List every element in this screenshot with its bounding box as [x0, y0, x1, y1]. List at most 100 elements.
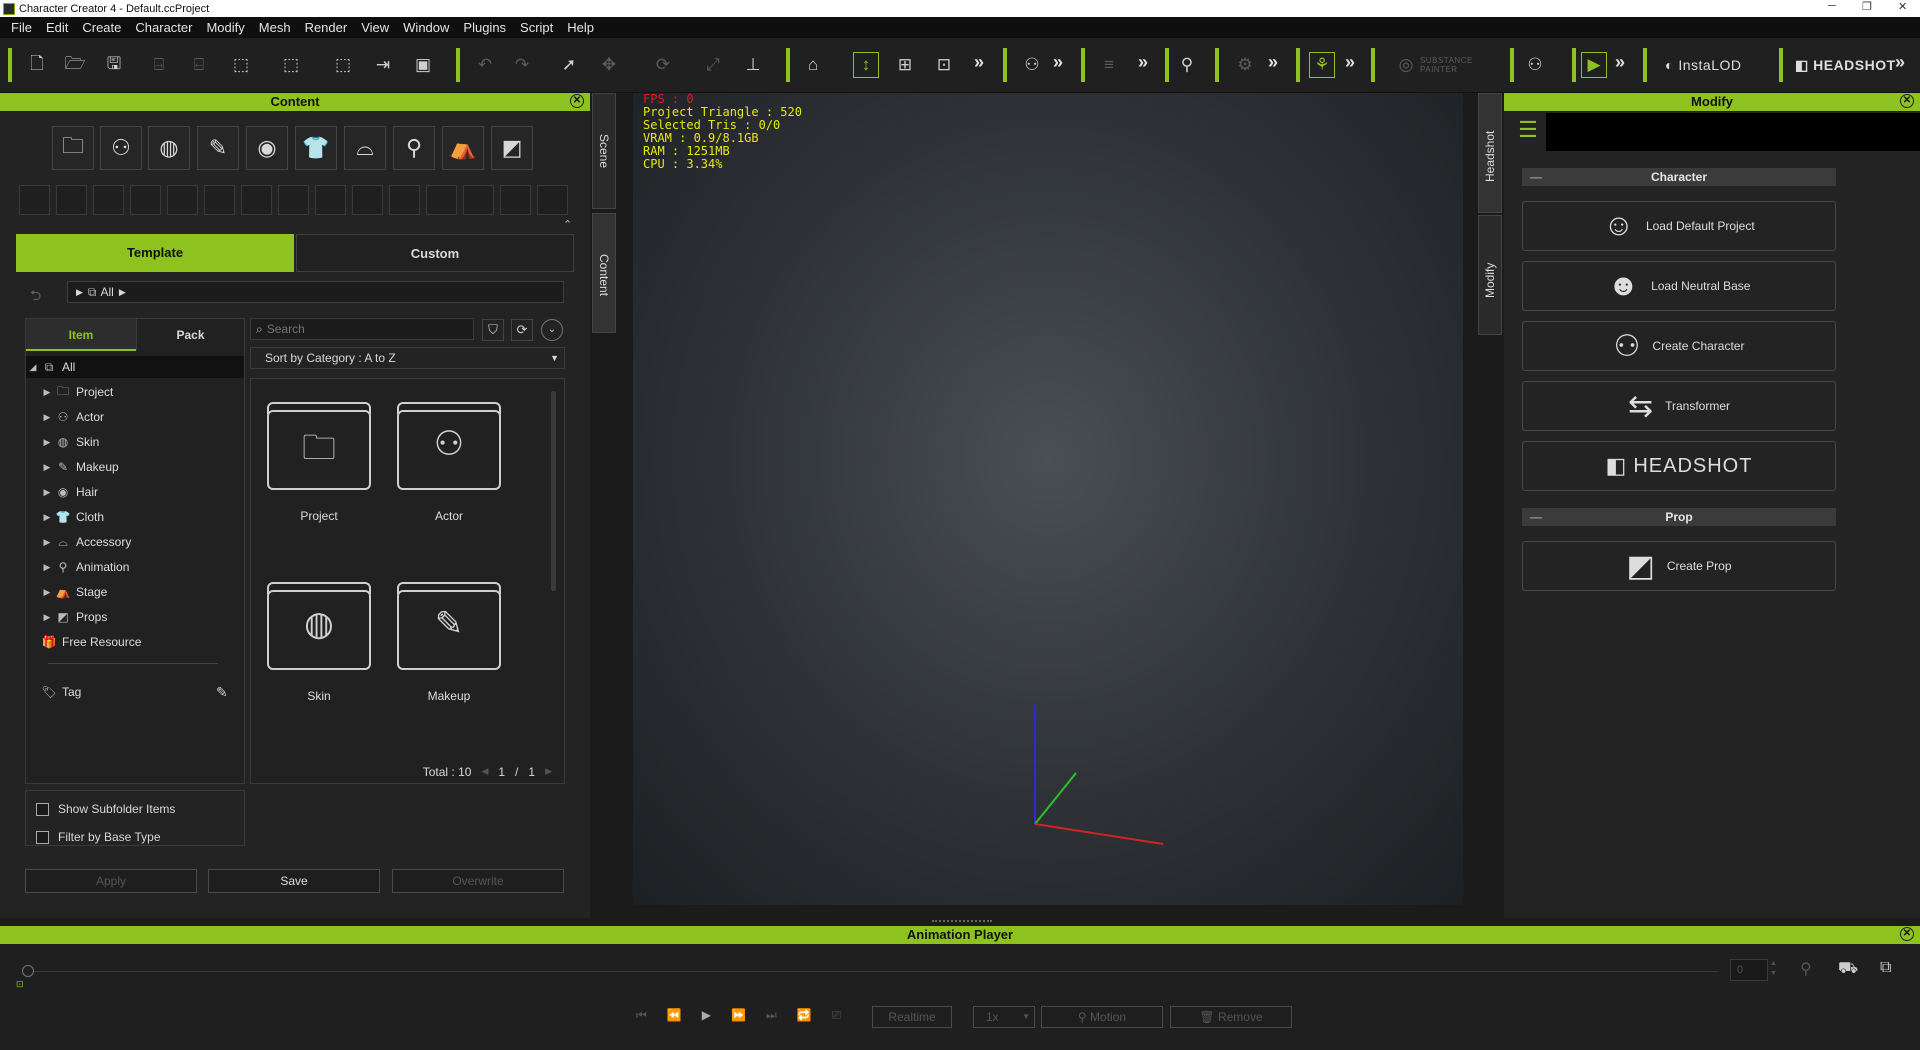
project-category-icon[interactable]: 🗀 [52, 126, 94, 170]
export-usd-icon[interactable]: ⬚ [330, 52, 356, 78]
sub-category-slot[interactable] [241, 185, 272, 215]
skin-category-icon[interactable]: ◍ [148, 126, 190, 170]
prev-key-icon[interactable]: ⏪ [667, 1008, 682, 1023]
restore-icon[interactable]: ❐ [1862, 0, 1872, 13]
overwrite-button[interactable]: Overwrite [392, 869, 564, 893]
filter-icon[interactable]: ⛉ [482, 319, 504, 341]
tree-item-tag[interactable]: 🏷 Tag [40, 681, 81, 703]
export-fbx-icon[interactable]: ⬚ [278, 52, 304, 78]
tab-scene[interactable]: Scene [592, 93, 616, 209]
tree-item-stage[interactable]: ▶ ⛺ Stage [40, 581, 108, 603]
character-icon[interactable]: ⚇ [1522, 52, 1548, 78]
pose-icon[interactable]: ⚲ [1174, 52, 1200, 78]
close-icon[interactable]: ✕ [1900, 927, 1914, 941]
instalod-button[interactable]: ◐ InstaLOD [1665, 52, 1742, 78]
tab-modify[interactable]: Modify [1478, 215, 1502, 335]
menu-help[interactable]: Help [560, 20, 601, 35]
menu-window[interactable]: Window [396, 20, 456, 35]
window-mode-icon[interactable]: ⧉ [1880, 959, 1891, 977]
tab-content[interactable]: Content [592, 213, 616, 333]
item-actor[interactable]: ⚇ Actor [394, 402, 504, 562]
back-icon[interactable]: ⮌ [30, 285, 41, 309]
load-neutral-base-button[interactable]: ☻ Load Neutral Base [1522, 261, 1836, 311]
more-chevron-icon[interactable]: » [1138, 52, 1148, 73]
menu-script[interactable]: Script [513, 20, 560, 35]
fit-view-icon[interactable]: ↕ [853, 52, 879, 78]
menu-character[interactable]: Character [128, 20, 199, 35]
transformer-button[interactable]: ⇆ Transformer [1522, 381, 1836, 431]
create-prop-button[interactable]: ◩ Create Prop [1522, 541, 1836, 591]
tree-item-free-resource[interactable]: 🎁 Free Resource [40, 631, 142, 653]
scene-manager-icon[interactable]: ⚇ [1019, 52, 1045, 78]
close-window-icon[interactable]: ✕ [1898, 0, 1907, 13]
edit-pencil-icon[interactable]: ✎ [216, 684, 228, 701]
menu-edit[interactable]: Edit [39, 20, 75, 35]
load-default-project-button[interactable]: ☺ Load Default Project [1522, 201, 1836, 251]
item-skin[interactable]: ◍ Skin [264, 582, 374, 742]
refresh-icon[interactable]: ⟳ [511, 319, 533, 341]
tab-headshot[interactable]: Headshot [1478, 93, 1502, 213]
more-chevron-icon[interactable]: » [1268, 52, 1278, 73]
tree-item-cloth[interactable]: ▶ 👕 Cloth [40, 506, 104, 528]
align-icon[interactable]: ⊥ [740, 52, 766, 78]
sliders-icon[interactable]: ☰ [1512, 117, 1544, 149]
sub-category-slot[interactable] [389, 185, 420, 215]
headshot-toolbar-button[interactable]: ◧ HEADSHOT [1795, 52, 1896, 78]
loop-icon[interactable]: 🔁 [797, 1008, 812, 1023]
options-dropdown-icon[interactable]: ⌄ [541, 319, 563, 341]
sub-category-slot[interactable] [463, 185, 494, 215]
sub-category-slot[interactable] [167, 185, 198, 215]
save-icon[interactable]: 🖫 [101, 52, 127, 78]
scale-icon[interactable]: ⤢ [700, 52, 726, 78]
tree-item-actor[interactable]: ▶ ⚇ Actor [40, 406, 104, 428]
frame-stepper-icon[interactable]: ▲ ▼ [1770, 959, 1777, 979]
item-makeup[interactable]: ✎ Makeup [394, 582, 504, 742]
new-file-icon[interactable]: 🗋 [24, 52, 50, 78]
sub-category-slot[interactable] [315, 185, 346, 215]
export-ic-icon[interactable]: ⍇ [186, 52, 212, 78]
import-ic-icon[interactable]: ⍈ [146, 52, 172, 78]
show-subfolder-checkbox[interactable] [36, 803, 49, 816]
headshot-button[interactable]: ◧ HEADSHOT [1522, 441, 1836, 491]
frame-input[interactable]: 0 [1730, 959, 1768, 981]
more-chevron-icon[interactable]: » [974, 52, 984, 73]
breadcrumb-all[interactable]: All [101, 285, 114, 299]
sub-category-slot[interactable] [130, 185, 161, 215]
cloth-category-icon[interactable]: 👕 [295, 126, 337, 170]
menu-view[interactable]: View [354, 20, 396, 35]
apply-button[interactable]: Apply [25, 869, 197, 893]
sub-category-slot[interactable] [204, 185, 235, 215]
close-icon[interactable]: ✕ [1900, 94, 1914, 108]
minimize-icon[interactable]: ─ [1828, 0, 1836, 12]
search-input[interactable] [266, 322, 457, 336]
select-arrow-icon[interactable]: ➚ [556, 52, 582, 78]
stage-category-icon[interactable]: ⛺ [442, 126, 484, 170]
menu-render[interactable]: Render [298, 20, 355, 35]
next-key-icon[interactable]: ⏩ [731, 1008, 746, 1023]
first-frame-icon[interactable]: ⏮ [636, 1008, 647, 1023]
filter-base-checkbox[interactable] [36, 831, 49, 844]
frame-object-icon[interactable]: ⊡ [931, 52, 957, 78]
sort-select[interactable]: Sort by Category : A to Z ▼ [250, 347, 565, 369]
tree-item-skin[interactable]: ▶ ◍ Skin [40, 431, 100, 453]
menu-modify[interactable]: Modify [199, 20, 251, 35]
more-chevron-icon[interactable]: » [1345, 52, 1355, 73]
motion-pose-icon[interactable]: ⚲ [1800, 959, 1812, 979]
remove-button[interactable]: 🗑 Remove [1170, 1006, 1292, 1028]
viewport[interactable]: FPS : 0 Project Triangle : 520 Selected … [633, 93, 1463, 905]
redo-icon[interactable]: ↷ [509, 52, 535, 78]
menu-mesh[interactable]: Mesh [252, 20, 298, 35]
camera-icon[interactable]: ⎚ [832, 1008, 842, 1023]
tab-custom[interactable]: Custom [296, 234, 574, 272]
tree-item-all[interactable]: ◢ ⧉ All [26, 356, 244, 378]
item-project[interactable]: 🗀 Project [264, 402, 374, 562]
resize-handle[interactable] [932, 920, 992, 923]
sub-category-slot[interactable] [537, 185, 568, 215]
tab-template[interactable]: Template [16, 234, 294, 272]
sub-category-slot[interactable] [93, 185, 124, 215]
sub-category-slot[interactable] [352, 185, 383, 215]
substance-painter-icon[interactable]: ◎ [1393, 52, 1419, 78]
accessory-category-icon[interactable]: ⌓ [344, 126, 386, 170]
animation-category-icon[interactable]: ⚲ [393, 126, 435, 170]
tree-item-hair[interactable]: ▶ ◉ Hair [40, 481, 98, 503]
